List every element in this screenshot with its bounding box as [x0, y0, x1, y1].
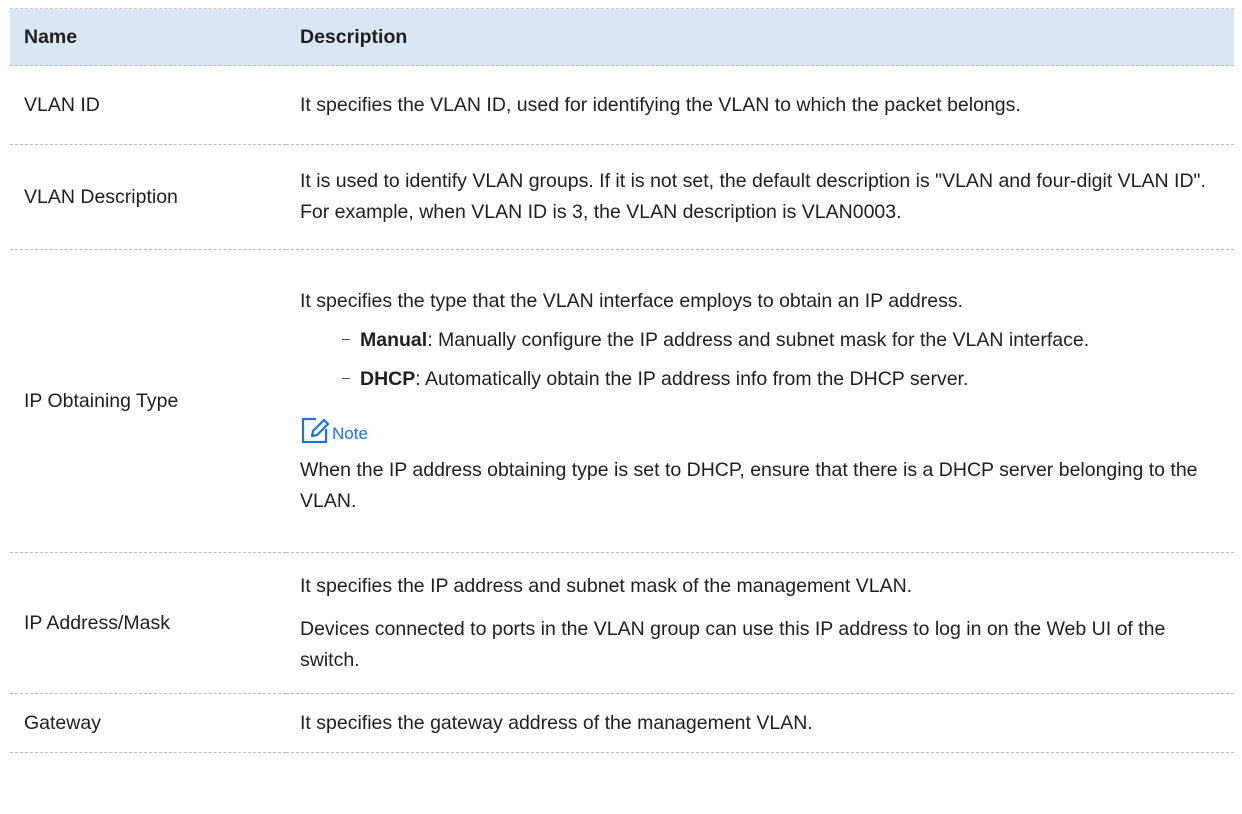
note-edit-icon	[300, 415, 330, 445]
header-name: Name	[10, 8, 286, 66]
table-row: VLAN ID It specifies the VLAN ID, used f…	[10, 65, 1234, 145]
param-desc-ip-obtaining-type: It specifies the type that the VLAN inte…	[286, 249, 1234, 553]
param-name-gateway: Gateway	[10, 693, 286, 753]
option-text-manual: : Manually configure the IP address and …	[427, 328, 1090, 351]
description-text: It specifies the VLAN ID, used for ident…	[300, 93, 1021, 116]
option-text-dhcp: : Automatically obtain the IP address in…	[415, 367, 969, 390]
document-page: Name Description VLAN ID It specifies th…	[0, 0, 1242, 814]
table-header-row: Name Description	[10, 8, 1234, 66]
param-name-ip-obtaining-type: IP Obtaining Type	[10, 249, 286, 553]
table-row: VLAN Description It is used to identify …	[10, 144, 1234, 250]
note-heading: Note	[300, 413, 1228, 445]
param-desc-ip-address-mask: It specifies the IP address and subnet m…	[286, 552, 1234, 694]
param-name-vlan-id: VLAN ID	[10, 65, 286, 145]
dash-bullet-icon: –	[342, 329, 350, 346]
param-desc-gateway: It specifies the gateway address of the …	[286, 693, 1234, 753]
param-desc-vlan-id: It specifies the VLAN ID, used for ident…	[286, 65, 1234, 145]
description-text: Devices connected to ports in the VLAN g…	[300, 617, 1166, 671]
table-row: IP Address/Mask It specifies the IP addr…	[10, 552, 1234, 694]
description-text: It specifies the gateway address of the …	[300, 711, 813, 734]
description-text: It specifies the type that the VLAN inte…	[300, 289, 964, 312]
table-row: IP Obtaining Type It specifies the type …	[10, 249, 1234, 553]
dash-bullet-icon: –	[342, 368, 350, 385]
note-text: When the IP address obtaining type is se…	[300, 458, 1198, 512]
option-item-manual: – Manual: Manually configure the IP addre…	[300, 325, 1228, 356]
parameter-table: Name Description VLAN ID It specifies th…	[10, 8, 1234, 753]
table-row: Gateway It specifies the gateway address…	[10, 693, 1234, 753]
option-term-dhcp: DHCP	[360, 367, 416, 390]
param-desc-vlan-description: It is used to identify VLAN groups. If i…	[286, 144, 1234, 250]
option-item-dhcp: – DHCP: Automatically obtain the IP addre…	[300, 364, 1228, 395]
option-term-manual: Manual	[360, 328, 428, 351]
description-text: It is used to identify VLAN groups. If i…	[300, 170, 1206, 223]
param-name-vlan-description: VLAN Description	[10, 144, 286, 250]
param-name-ip-address-mask: IP Address/Mask	[10, 552, 286, 694]
note-label: Note	[332, 423, 368, 443]
description-text: It specifies the IP address and subnet m…	[300, 574, 913, 597]
header-description: Description	[286, 8, 1234, 66]
